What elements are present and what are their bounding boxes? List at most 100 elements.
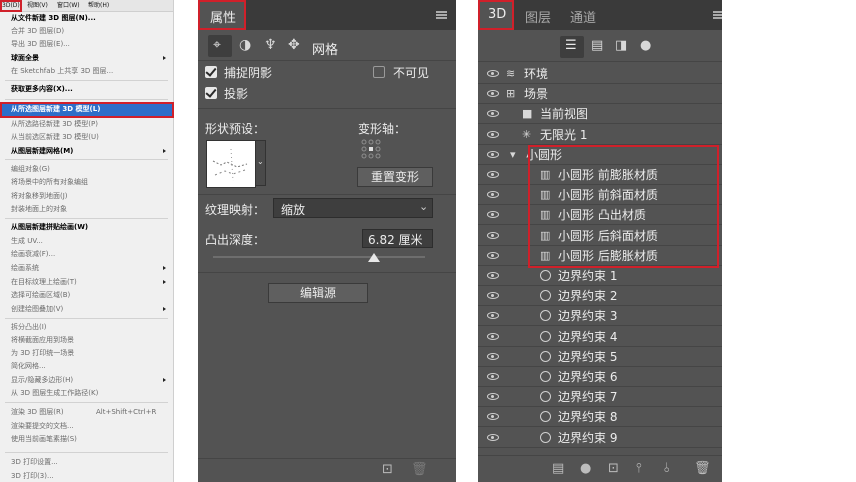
- deform-axis-label: 变形轴：: [358, 122, 407, 136]
- cast-shadows-checkbox[interactable]: [205, 86, 217, 99]
- invisible-checkbox[interactable]: [373, 66, 385, 78]
- menu-item[interactable]: 将场景中的所有对象编组: [11, 177, 88, 187]
- menu-item[interactable]: 选择可绘画区域(B): [11, 290, 70, 300]
- filter-mesh-icon[interactable]: ▤: [591, 38, 603, 53]
- filter-material-icon[interactable]: ◨: [615, 38, 627, 53]
- constraint-icon: [540, 270, 551, 281]
- eye-icon[interactable]: [487, 333, 499, 340]
- menu-item[interactable]: 从 3D 图层生成工作路径(K): [11, 388, 98, 398]
- menu-item[interactable]: 创建绘图叠加(V): [11, 304, 63, 314]
- new-light-icon[interactable]: ●: [580, 461, 591, 476]
- menu-item[interactable]: 生成 UV...: [11, 236, 43, 246]
- filter-scene-icon[interactable]: ☰: [560, 36, 584, 58]
- scene-tree-row[interactable]: [478, 125, 722, 145]
- coordinates-icon[interactable]: ✥: [288, 37, 300, 53]
- slider-thumb[interactable]: [368, 253, 381, 262]
- eye-icon[interactable]: [487, 434, 499, 441]
- new-material-icon[interactable]: ⊡: [608, 461, 619, 476]
- material-icon[interactable]: ◑: [239, 37, 251, 53]
- panel-menu-icon[interactable]: [713, 11, 722, 19]
- deform-axis-grid-icon[interactable]: [360, 138, 382, 160]
- eye-icon[interactable]: [487, 292, 499, 299]
- menu-item[interactable]: 从所选图层新建 3D 模型(L): [11, 104, 100, 114]
- constraint-icon: [540, 310, 551, 321]
- constraint-icon: [540, 331, 551, 342]
- menu-item[interactable]: 从图层新建网格(M): [11, 146, 73, 156]
- menu-item[interactable]: 导出 3D 图层(E)...: [11, 39, 70, 49]
- eye-icon[interactable]: [487, 90, 499, 97]
- menu-window[interactable]: 窗口(W): [57, 0, 80, 11]
- menu-item[interactable]: 绘画衰减(F)...: [11, 249, 55, 259]
- menu-item[interactable]: 将横截面应用到场景: [11, 335, 74, 345]
- menu-item[interactable]: 获取更多内容(X)...: [11, 84, 73, 94]
- scene-tree-row[interactable]: [478, 104, 722, 124]
- menu-item[interactable]: 拆分凸出(I): [11, 322, 47, 332]
- menu-item[interactable]: 从当前选区新建 3D 模型(U): [11, 132, 99, 142]
- eye-icon[interactable]: [487, 131, 499, 138]
- eye-icon[interactable]: [487, 373, 499, 380]
- new-mesh-icon[interactable]: ▤: [552, 461, 564, 476]
- edit-source-button[interactable]: 编辑源: [268, 283, 368, 303]
- menu-item[interactable]: 从图层新建拼贴绘画(W): [11, 222, 88, 232]
- filter-light-icon[interactable]: ●: [640, 38, 651, 53]
- drop-to-ground-icon[interactable]: ⫰: [664, 461, 670, 476]
- eye-icon[interactable]: [487, 252, 499, 259]
- scene-tree-label: 当前视图: [540, 107, 589, 121]
- eye-icon[interactable]: [487, 191, 499, 198]
- menu-item[interactable]: 从文件新建 3D 图层(N)...: [11, 13, 96, 23]
- menu-item[interactable]: 显示/隐藏多边形(H): [11, 375, 73, 385]
- catch-shadows-checkbox[interactable]: [205, 65, 217, 78]
- menu-item[interactable]: 简化网格...: [11, 361, 46, 371]
- eye-icon[interactable]: [487, 353, 499, 360]
- menu-item[interactable]: 在目标纹理上绘画(T): [11, 277, 77, 287]
- trash-icon[interactable]: 🗑: [411, 462, 428, 477]
- eye-icon[interactable]: [487, 393, 499, 400]
- menu-item[interactable]: 编组对象(G): [11, 164, 50, 174]
- texture-mapping-label: 纹理映射：: [205, 203, 266, 217]
- menu-item[interactable]: 封装地面上的对象: [11, 204, 67, 214]
- menu-help[interactable]: 帮助(H): [88, 0, 109, 11]
- eye-icon[interactable]: [487, 272, 499, 279]
- texture-mapping-select[interactable]: 缩放 ⌄: [273, 198, 433, 218]
- menu-item[interactable]: 渲染要提交的文档...: [11, 421, 74, 431]
- menu-separator: [5, 218, 168, 219]
- mesh-label[interactable]: 网格: [312, 39, 338, 58]
- extrusion-depth-slider[interactable]: [213, 253, 425, 267]
- menu-item[interactable]: 为 3D 打印统一场景: [11, 348, 74, 358]
- eye-icon[interactable]: [487, 70, 499, 77]
- tab-layers[interactable]: 图层: [525, 7, 551, 26]
- mesh-group-highlight: [528, 145, 719, 268]
- menu-view[interactable]: 视图(V): [27, 0, 48, 11]
- ground-icon[interactable]: ⫯: [636, 461, 642, 476]
- submenu-arrow-icon: [163, 149, 166, 153]
- menu-item[interactable]: 从所选路径新建 3D 模型(P): [11, 119, 98, 129]
- eye-icon[interactable]: [487, 413, 499, 420]
- shape-preset-thumbnail[interactable]: [206, 140, 256, 188]
- eye-icon[interactable]: [487, 211, 499, 218]
- properties-tab-highlight: [198, 0, 246, 30]
- reset-deform-button[interactable]: 重置变形: [357, 167, 433, 187]
- eye-icon[interactable]: [487, 312, 499, 319]
- menu-item[interactable]: 使用当前画笔素描(S): [11, 434, 77, 444]
- eye-icon[interactable]: [487, 232, 499, 239]
- panel-menu-icon[interactable]: [436, 11, 447, 19]
- menu-item[interactable]: 将对象移到地面(J): [11, 191, 68, 201]
- menu-item[interactable]: 渲染 3D 图层(R): [11, 407, 64, 417]
- eye-icon[interactable]: [487, 151, 499, 158]
- menu-item[interactable]: 在 Sketchfab 上共享 3D 图层...: [11, 66, 113, 76]
- menu-item[interactable]: 合并 3D 图层(D): [11, 26, 64, 36]
- scene-icon[interactable]: ⌖: [208, 35, 232, 57]
- menu-item[interactable]: 球面全景: [11, 53, 39, 63]
- menu-item[interactable]: 3D 打印(3)...: [11, 471, 54, 481]
- menu-item[interactable]: 3D 打印设置...: [11, 457, 58, 467]
- menu-item[interactable]: 绘画系统: [11, 263, 39, 273]
- trash-icon[interactable]: 🗑: [694, 461, 711, 476]
- deform-icon[interactable]: ♆: [264, 37, 277, 53]
- tab-channels[interactable]: 通道: [570, 7, 596, 26]
- extrusion-depth-field[interactable]: 6.82 厘米: [362, 229, 433, 248]
- eye-icon[interactable]: [487, 110, 499, 117]
- eye-icon[interactable]: [487, 171, 499, 178]
- submenu-arrow-icon: [163, 280, 166, 284]
- render-icon[interactable]: ⊡: [382, 462, 393, 477]
- shape-preset-dropdown[interactable]: ⌄: [255, 140, 266, 186]
